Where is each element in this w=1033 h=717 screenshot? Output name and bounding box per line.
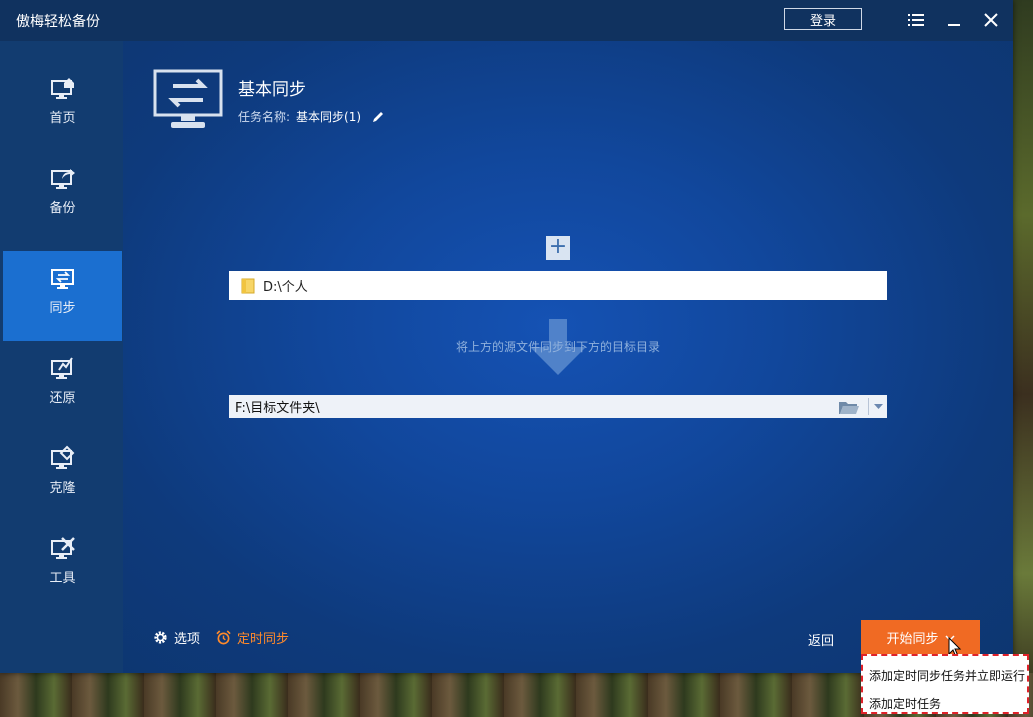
schedule-sync-label: 定时同步: [237, 632, 290, 647]
edit-icon[interactable]: [371, 110, 385, 124]
task-name-row: 任务名称: 基本同步(1): [238, 108, 385, 125]
sidebar-item-label: 克隆: [49, 481, 76, 496]
destination-path: F:\目标文件夹\: [235, 401, 320, 416]
folder-open-icon[interactable]: [838, 399, 860, 415]
menu-item-schedule-and-run[interactable]: 添加定时同步任务并立即运行: [869, 667, 1025, 684]
schedule-sync-button[interactable]: 定时同步: [216, 628, 289, 647]
options-button[interactable]: 选项: [153, 628, 200, 647]
minimize-icon[interactable]: [944, 10, 964, 30]
tools-icon: [51, 537, 75, 559]
destination-dropdown-toggle[interactable]: [869, 395, 887, 418]
sidebar-item-label: 工具: [49, 571, 76, 586]
alarm-clock-icon: [216, 630, 231, 645]
sidebar-item-home[interactable]: 首页: [3, 61, 122, 151]
sync-hint-text: 将上方的源文件同步到下方的目标目录: [455, 340, 660, 354]
app-window: 傲梅轻松备份 登录 首页 备份 同步 还原 克隆 工具 基本同步 任务名称: 基…: [0, 0, 1013, 673]
sidebar-item-backup[interactable]: 备份: [3, 151, 122, 241]
chevron-down-icon: [873, 404, 883, 409]
footer-options: 选项 定时同步: [153, 628, 289, 647]
source-path-box[interactable]: D:\个人: [229, 271, 887, 300]
start-sync-dropdown-menu: 添加定时同步任务并立即运行 添加定时任务: [861, 654, 1029, 714]
start-sync-button[interactable]: 开始同步: [861, 620, 980, 655]
sidebar-item-restore[interactable]: 还原: [3, 341, 122, 431]
back-button[interactable]: 返回: [808, 630, 834, 649]
clone-icon: [51, 445, 75, 469]
main-panel: 基本同步 任务名称: 基本同步(1) + D:\个人 将上方的源文件同步到下方的…: [123, 41, 1013, 673]
title-bar: 傲梅轻松备份 登录: [0, 0, 1013, 41]
sidebar-item-label: 还原: [49, 391, 76, 406]
app-title: 傲梅轻松备份: [16, 14, 100, 30]
sidebar-item-sync[interactable]: 同步: [3, 251, 122, 341]
task-name-label: 任务名称:: [238, 110, 291, 124]
login-button[interactable]: 登录: [784, 8, 862, 30]
add-source-button[interactable]: +: [546, 236, 570, 260]
home-icon: [51, 78, 74, 99]
sidebar-item-label: 首页: [49, 111, 76, 126]
menu-icon[interactable]: [906, 10, 926, 30]
sync-icon: [51, 269, 74, 289]
destination-path-box[interactable]: F:\目标文件夹\: [229, 395, 887, 418]
sync-monitor-icon: [153, 69, 223, 128]
close-icon[interactable]: [981, 10, 1001, 30]
start-sync-label: 开始同步: [886, 632, 939, 647]
backup-icon: [51, 169, 75, 189]
sidebar-item-tools[interactable]: 工具: [3, 521, 122, 611]
source-path: D:\个人: [263, 280, 308, 295]
options-label: 选项: [174, 632, 201, 647]
sidebar: 首页 备份 同步 还原 克隆 工具: [0, 41, 123, 673]
task-name-value: 基本同步(1): [296, 110, 362, 124]
desktop-background: [1013, 0, 1033, 717]
menu-item-schedule-only[interactable]: 添加定时任务: [869, 695, 941, 712]
folder-icon: [241, 278, 255, 293]
sidebar-item-label: 同步: [49, 301, 76, 316]
restore-icon: [51, 357, 73, 379]
sidebar-item-clone[interactable]: 克隆: [3, 431, 122, 521]
gear-icon: [154, 631, 167, 644]
page-title: 基本同步: [238, 80, 306, 100]
sidebar-item-label: 备份: [49, 201, 76, 216]
